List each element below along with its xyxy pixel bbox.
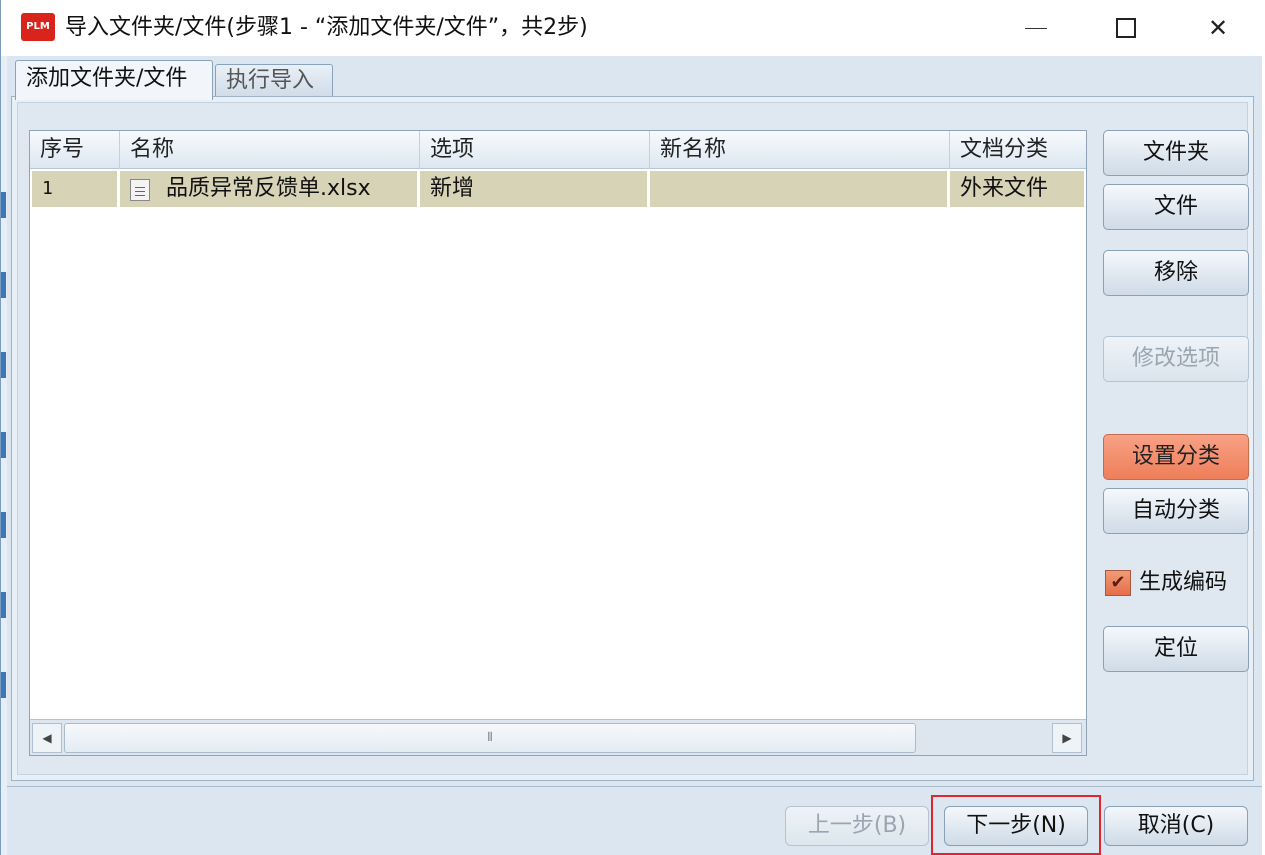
set-category-button[interactable]: 设置分类 (1103, 434, 1249, 480)
row-index: 1 (32, 171, 120, 207)
file-list-table: 序号 名称 选项 新名称 文档分类 1 品质异常反馈单.xlsx 新增 外来文件… (29, 130, 1087, 756)
column-header-index[interactable]: 序号 (30, 131, 120, 169)
wizard-button-bar: 上一步(B) 下一步(N) 取消(C) (7, 786, 1262, 855)
row-option: 新增 (420, 171, 650, 207)
column-header-name[interactable]: 名称 (120, 131, 420, 169)
dialog-client-area: 添加文件夹/文件 执行导入 序号 名称 选项 新名称 文档分类 1 品质异常反馈… (7, 56, 1262, 855)
row-name-text: 品质异常反馈单.xlsx (166, 176, 371, 201)
title-bar: PLM 导入文件夹/文件(步骤1 - “添加文件夹/文件”，共2步) ✕ (1, 0, 1265, 56)
column-header-category[interactable]: 文档分类 (950, 131, 1086, 169)
arrow-right-icon: ▶ (1062, 731, 1072, 745)
tab-add-folder-file[interactable]: 添加文件夹/文件 (15, 60, 213, 100)
maximize-button[interactable] (1091, 0, 1161, 56)
row-name: 品质异常反馈单.xlsx (120, 171, 420, 207)
remove-button[interactable]: 移除 (1103, 250, 1249, 296)
maximize-icon (1116, 18, 1136, 38)
row-new-name (650, 171, 950, 207)
column-header-new-name[interactable]: 新名称 (650, 131, 950, 169)
row-category: 外来文件 (960, 176, 1049, 201)
column-header-option[interactable]: 选项 (420, 131, 650, 169)
scrollbar-thumb[interactable]: ⦀ (64, 723, 916, 753)
scroll-left-button[interactable]: ◀ (32, 723, 62, 753)
file-icon (130, 179, 150, 201)
minimize-button[interactable] (1001, 0, 1071, 56)
checkmark-icon: ✔ (1110, 572, 1126, 593)
window-title: 导入文件夹/文件(步骤1 - “添加文件夹/文件”，共2步) (65, 15, 588, 40)
generate-code-checkbox[interactable]: ✔ (1105, 570, 1131, 596)
add-file-button[interactable]: 文件 (1103, 184, 1249, 230)
close-icon: ✕ (1207, 14, 1229, 42)
close-button[interactable]: ✕ (1183, 0, 1253, 56)
locate-button[interactable]: 定位 (1103, 626, 1249, 672)
horizontal-scrollbar[interactable]: ◀ ⦀ ▶ (30, 719, 1086, 755)
arrow-left-icon: ◀ (42, 731, 52, 745)
plm-app-icon: PLM (21, 13, 55, 41)
table-row[interactable]: 1 品质异常反馈单.xlsx 新增 外来文件 (32, 171, 1084, 207)
table-header: 序号 名称 选项 新名称 文档分类 (30, 131, 1086, 169)
grip-icon: ⦀ (487, 730, 493, 744)
scroll-right-button[interactable]: ▶ (1052, 723, 1082, 753)
minimize-icon (1025, 27, 1047, 29)
generate-code-label[interactable]: 生成编码 (1139, 566, 1227, 600)
next-step-button[interactable]: 下一步(N) (944, 806, 1088, 846)
tab-execute-import[interactable]: 执行导入 (215, 64, 333, 98)
previous-step-button[interactable]: 上一步(B) (785, 806, 929, 846)
cancel-button[interactable]: 取消(C) (1104, 806, 1248, 846)
import-dialog-window: PLM 导入文件夹/文件(步骤1 - “添加文件夹/文件”，共2步) ✕ 添加文… (0, 0, 1265, 855)
add-folder-button[interactable]: 文件夹 (1103, 130, 1249, 176)
auto-category-button[interactable]: 自动分类 (1103, 488, 1249, 534)
modify-options-button[interactable]: 修改选项 (1103, 336, 1249, 382)
